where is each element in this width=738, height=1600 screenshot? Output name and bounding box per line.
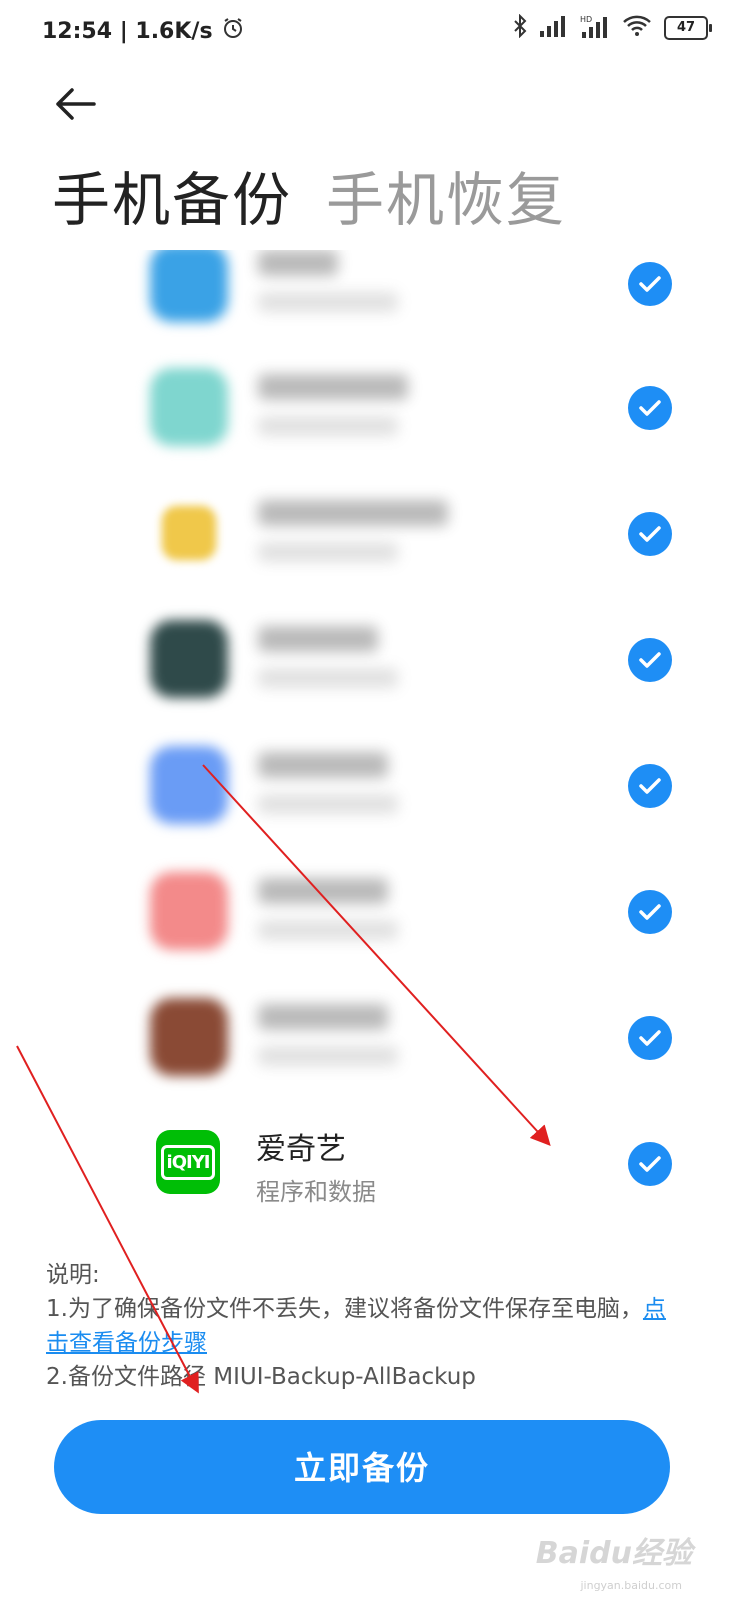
checkbox-checked[interactable] xyxy=(628,386,672,430)
app-icon-blurred xyxy=(150,746,228,824)
app-subtitle-blurred xyxy=(258,920,398,940)
app-subtitle: 程序和数据 xyxy=(256,1178,376,1206)
status-left: 12:54 | 1.6K/s xyxy=(42,16,245,46)
alarm-icon xyxy=(221,16,245,46)
app-icon-blurred xyxy=(150,872,228,950)
hd-signal-icon: HD xyxy=(580,14,610,42)
tab-bar: 手机备份 手机恢复 xyxy=(52,160,566,240)
list-item[interactable] xyxy=(0,974,738,1100)
tab-phone-restore[interactable]: 手机恢复 xyxy=(326,160,566,240)
app-subtitle-blurred xyxy=(258,1046,398,1066)
checkbox-checked[interactable] xyxy=(628,1016,672,1060)
app-subtitle-blurred xyxy=(258,292,398,312)
app-icon-blurred xyxy=(150,250,228,322)
app-icon-blurred xyxy=(161,505,217,561)
list-item[interactable] xyxy=(0,470,738,596)
battery-icon: 47 xyxy=(664,16,712,40)
list-item[interactable] xyxy=(0,250,738,346)
check-icon xyxy=(639,778,661,794)
app-list: iQIYI 爱奇艺 程序和数据 xyxy=(0,250,738,1230)
list-item[interactable] xyxy=(0,596,738,722)
app-icon-blurred xyxy=(150,998,228,1076)
app-icon-blurred xyxy=(150,620,228,698)
app-name-blurred xyxy=(258,374,408,400)
check-icon xyxy=(639,1156,661,1172)
list-item-iqiyi[interactable]: iQIYI 爱奇艺 程序和数据 xyxy=(0,1100,738,1226)
status-time-speed: 12:54 | 1.6K/s xyxy=(42,18,213,44)
check-icon xyxy=(639,276,661,292)
check-icon xyxy=(639,400,661,416)
bluetooth-icon xyxy=(512,13,528,42)
checkbox-checked[interactable] xyxy=(628,890,672,934)
checkbox-checked[interactable] xyxy=(628,1142,672,1186)
check-icon xyxy=(639,904,661,920)
iqiyi-app-icon: iQIYI xyxy=(156,1130,220,1194)
back-arrow-icon xyxy=(56,88,96,120)
iqiyi-logo-text: iQIYI xyxy=(160,1144,216,1180)
status-right: HD 47 xyxy=(512,13,712,42)
app-subtitle-blurred xyxy=(258,668,398,688)
app-name: 爱奇艺 xyxy=(256,1132,346,1167)
back-button[interactable] xyxy=(50,82,110,132)
notes-line-2: 2.备份文件路径 MIUI-Backup-AllBackup xyxy=(46,1364,476,1390)
notes-section: 说明: 1.为了确保备份文件不丢失，建议将备份文件保存至电脑，点击查看备份步骤 … xyxy=(46,1258,686,1394)
checkbox-checked[interactable] xyxy=(628,512,672,556)
list-item[interactable] xyxy=(0,848,738,974)
baidu-watermark: Baidu经验 xyxy=(535,1536,692,1571)
app-name-blurred xyxy=(258,626,378,652)
checkbox-checked[interactable] xyxy=(628,638,672,682)
list-item[interactable] xyxy=(0,722,738,848)
svg-text:HD: HD xyxy=(580,15,592,24)
app-subtitle-blurred xyxy=(258,416,398,436)
wifi-icon xyxy=(622,15,652,41)
app-name-blurred xyxy=(258,752,388,778)
app-name-blurred xyxy=(258,250,338,276)
list-item[interactable] xyxy=(0,344,738,470)
notes-line-1-text: 1.为了确保备份文件不丢失，建议将备份文件保存至电脑， xyxy=(46,1296,643,1322)
check-icon xyxy=(639,652,661,668)
signal-icon xyxy=(540,15,568,41)
app-name-blurred xyxy=(258,878,388,904)
status-bar: 12:54 | 1.6K/s HD 47 xyxy=(0,0,738,60)
check-icon xyxy=(639,526,661,542)
notes-line-1: 1.为了确保备份文件不丢失，建议将备份文件保存至电脑，点击查看备份步骤 xyxy=(46,1292,686,1360)
app-subtitle-blurred xyxy=(258,794,398,814)
check-icon xyxy=(639,1030,661,1046)
notes-heading: 说明: xyxy=(46,1262,100,1288)
app-name-blurred xyxy=(258,1004,388,1030)
battery-level: 47 xyxy=(676,20,696,35)
checkbox-checked[interactable] xyxy=(628,764,672,808)
app-name-blurred xyxy=(258,500,448,526)
app-icon-blurred xyxy=(150,368,228,446)
baidu-watermark-url: jingyan.baidu.com xyxy=(580,1579,682,1592)
tab-phone-backup[interactable]: 手机备份 xyxy=(52,160,292,240)
checkbox-checked[interactable] xyxy=(628,262,672,306)
app-subtitle-blurred xyxy=(258,542,398,562)
backup-now-button[interactable]: 立即备份 xyxy=(54,1420,670,1514)
